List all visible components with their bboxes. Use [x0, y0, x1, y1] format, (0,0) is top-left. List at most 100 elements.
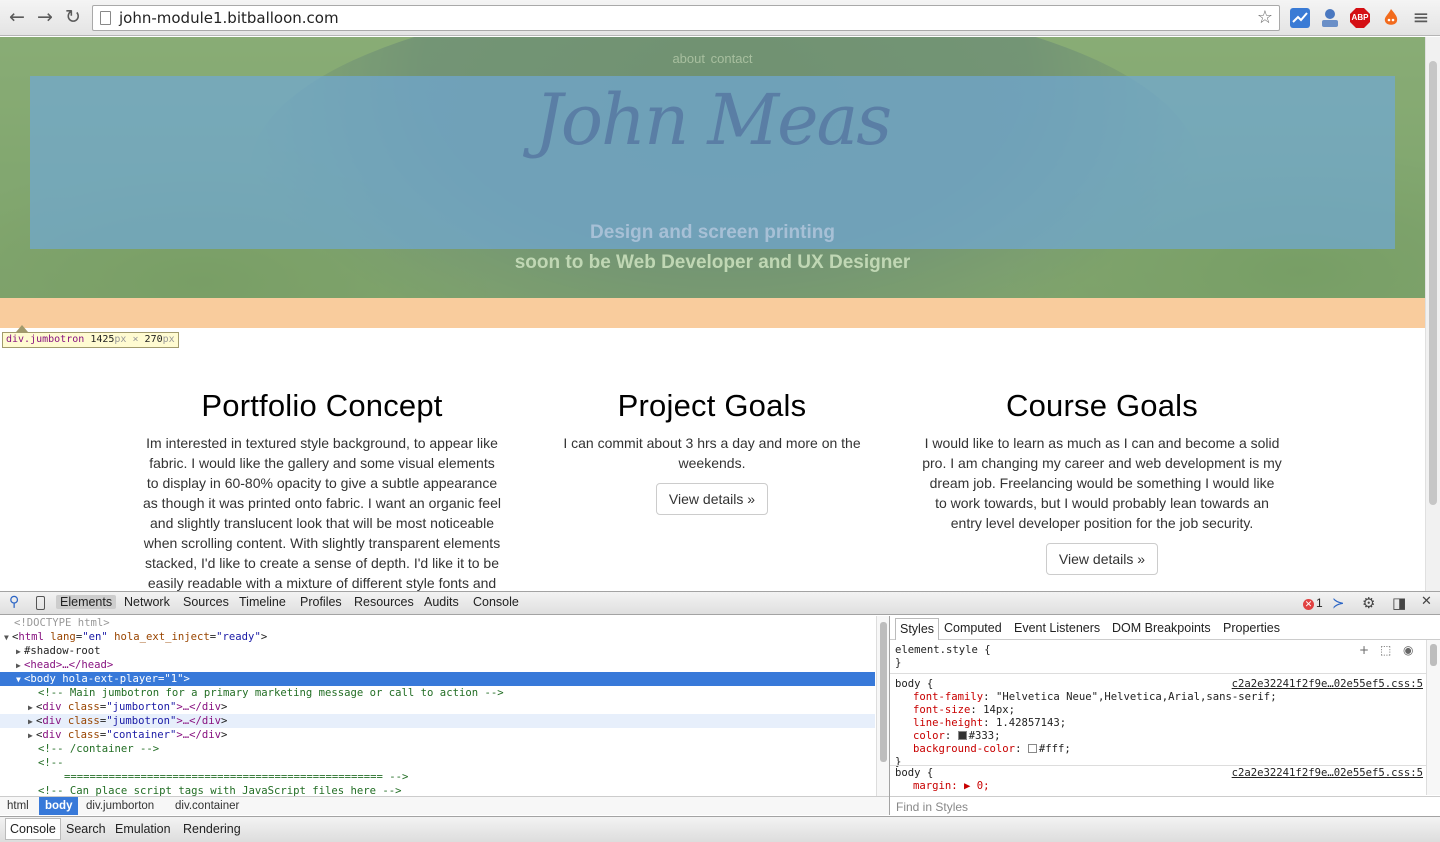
column-text: I would like to learn as much as I can a… — [922, 435, 1282, 531]
dom-shadow-root[interactable]: ▶ #shadow-root — [0, 644, 875, 658]
site-nav: about contact — [0, 51, 1425, 66]
crumb-html[interactable]: html — [7, 800, 29, 812]
body-style-rule[interactable]: body { c2a2e32241f2f9e…02e55ef5.css:5 fo… — [890, 678, 1426, 769]
style-property[interactable]: font-size: 14px; — [895, 704, 1426, 717]
expand-triangle-icon[interactable]: ▶ — [28, 715, 36, 729]
style-property[interactable]: font-family: "Helvetica Neue",Helvetica,… — [895, 691, 1426, 704]
dom-html-node[interactable]: ▼ <html lang="en" hola_ext_inject="ready"… — [0, 630, 875, 644]
element-style-selector: element.style { — [895, 644, 991, 656]
tab-console[interactable]: Console — [473, 595, 519, 609]
column-text: I can commit about 3 hrs a day and more … — [563, 435, 861, 471]
style-property[interactable]: line-height: 1.42857143; — [895, 717, 1426, 730]
expand-triangle-icon[interactable]: ▶ — [16, 645, 24, 659]
page-icon — [100, 11, 111, 25]
error-icon: ✕ — [1303, 599, 1314, 610]
drawer-tab-emulation[interactable]: Emulation — [115, 822, 171, 836]
style-property[interactable]: background-color: #fff; — [895, 743, 1426, 756]
styles-scrollbar[interactable] — [1426, 640, 1440, 795]
styles-scrollbar-thumb[interactable] — [1430, 644, 1437, 666]
column-heading: Portfolio Concept — [201, 388, 443, 423]
crumb-div-container[interactable]: div.container — [175, 800, 239, 812]
styles-sidebar: Styles Computed Event Listeners DOM Brea… — [889, 616, 1440, 815]
nav-about[interactable]: about — [672, 51, 705, 66]
dom-comment[interactable]: <!-- Can place script tags with JavaScri… — [0, 784, 875, 796]
dom-doctype[interactable]: <!DOCTYPE html> — [0, 616, 875, 630]
url-text[interactable]: john-module1.bitballoon.com — [119, 9, 339, 27]
dock-side-icon[interactable]: ◨ — [1392, 594, 1406, 612]
reload-button[interactable]: ↻ — [62, 6, 84, 28]
element-style-rule[interactable]: element.style { } — [890, 644, 1426, 670]
column-text: Im interested in textured style backgrou… — [143, 435, 501, 591]
rule-divider — [890, 673, 1426, 674]
view-details-button[interactable]: View details » — [655, 483, 769, 515]
tab-elements[interactable]: Elements — [56, 595, 117, 609]
back-button[interactable]: ← — [6, 6, 28, 28]
inspect-element-icon[interactable]: ⚲ — [9, 594, 19, 610]
dom-scrollbar-thumb[interactable] — [880, 622, 887, 762]
tab-network[interactable]: Network — [124, 595, 170, 609]
color-swatch[interactable] — [1027, 744, 1037, 753]
tooltip-width: 1425 — [90, 334, 115, 345]
adblock-icon[interactable]: ABP — [1349, 7, 1371, 29]
settings-gear-icon[interactable]: ⚙ — [1362, 594, 1375, 612]
chrome-menu-icon[interactable]: ≡ — [1410, 6, 1432, 28]
error-counter[interactable]: ✕ 1 — [1303, 596, 1323, 610]
close-devtools-icon[interactable]: ✕ — [1421, 594, 1432, 609]
expand-triangle-icon[interactable]: ▶ — [28, 701, 36, 715]
tab-styles[interactable]: Styles — [895, 618, 940, 640]
rule-close-brace: } — [895, 657, 902, 669]
tab-properties[interactable]: Properties — [1223, 621, 1280, 635]
dom-scrollbar[interactable] — [876, 616, 889, 796]
dom-body-node[interactable]: ▼ <body hola-ext-player="1"> — [0, 672, 875, 686]
color-swatch[interactable] — [957, 731, 967, 740]
dom-comment[interactable]: <!-- — [0, 756, 875, 770]
tab-dom-breakpoints[interactable]: DOM Breakpoints — [1112, 621, 1211, 635]
tooltip-unit: px — [114, 334, 127, 345]
user-extension-icon[interactable] — [1319, 7, 1341, 29]
view-details-button[interactable]: View details » — [1045, 543, 1159, 575]
page-scrollbar-thumb[interactable] — [1429, 61, 1437, 505]
dom-div-node[interactable]: ▶ <div class="jumbotron">…</div> — [0, 714, 875, 728]
tab-sources[interactable]: Sources — [183, 595, 229, 609]
nav-contact[interactable]: contact — [711, 51, 753, 66]
tab-resources[interactable]: Resources — [354, 595, 414, 609]
crumb-div-jumborton[interactable]: div.jumborton — [86, 800, 154, 812]
margin-highlight — [0, 298, 1425, 328]
crumb-body[interactable]: body — [39, 797, 79, 815]
drawer-tab-console[interactable]: Console — [5, 818, 61, 840]
collapse-triangle-icon[interactable]: ▼ — [4, 631, 12, 645]
console-drawer-icon[interactable]: ≻ — [1332, 594, 1345, 612]
device-mode-icon[interactable] — [36, 596, 45, 610]
expand-triangle-icon[interactable]: ▶ — [28, 729, 36, 743]
rule-source-link[interactable]: c2a2e32241f2f9e…02e55ef5.css:5 — [1232, 678, 1423, 691]
site-brand: John Meas — [534, 79, 892, 161]
tab-computed[interactable]: Computed — [944, 621, 1002, 635]
dom-div-node[interactable]: ▶ <div class="jumborton">…</div> — [0, 700, 875, 714]
style-property[interactable]: color: #333; — [895, 730, 1426, 743]
dom-head-node[interactable]: ▶ <head>…</head> — [0, 658, 875, 672]
drawer-tab-search[interactable]: Search — [66, 822, 106, 836]
tab-audits[interactable]: Audits — [424, 595, 459, 609]
dom-div-node[interactable]: ▶ <div class="container">…</div> — [0, 728, 875, 742]
dom-comment[interactable]: ========================================… — [0, 770, 875, 784]
expand-triangle-icon[interactable]: ▶ — [16, 659, 24, 673]
forward-button[interactable]: → — [34, 6, 56, 28]
body-style-rule[interactable]: body { c2a2e32241f2f9e…02e55ef5.css:5 ma… — [890, 767, 1426, 793]
style-property[interactable]: margin: ▶ 0; — [895, 780, 1426, 793]
bookmark-star-icon[interactable]: ☆ — [1257, 7, 1273, 28]
tab-profiles[interactable]: Profiles — [300, 595, 342, 609]
portfolio-concept-column: Portfolio Concept Im interested in textu… — [142, 386, 502, 591]
tab-event-listeners[interactable]: Event Listeners — [1014, 621, 1100, 635]
hola-icon[interactable] — [1380, 7, 1402, 29]
rule-source-link[interactable]: c2a2e32241f2f9e…02e55ef5.css:5 — [1232, 767, 1423, 780]
drawer-tab-rendering[interactable]: Rendering — [183, 822, 241, 836]
address-bar[interactable]: john-module1.bitballoon.com ☆ — [92, 5, 1280, 31]
dom-breadcrumb: html body div.jumborton div.container — [0, 796, 889, 815]
find-in-styles-input[interactable]: Find in Styles — [890, 796, 1440, 815]
dom-comment[interactable]: <!-- Main jumbotron for a primary market… — [0, 686, 875, 700]
tab-timeline[interactable]: Timeline — [239, 595, 286, 609]
page-scrollbar[interactable] — [1425, 37, 1440, 591]
stats-extension-icon[interactable] — [1289, 7, 1311, 29]
dom-comment[interactable]: <!-- /container --> — [0, 742, 875, 756]
collapse-triangle-icon[interactable]: ▼ — [16, 673, 24, 687]
